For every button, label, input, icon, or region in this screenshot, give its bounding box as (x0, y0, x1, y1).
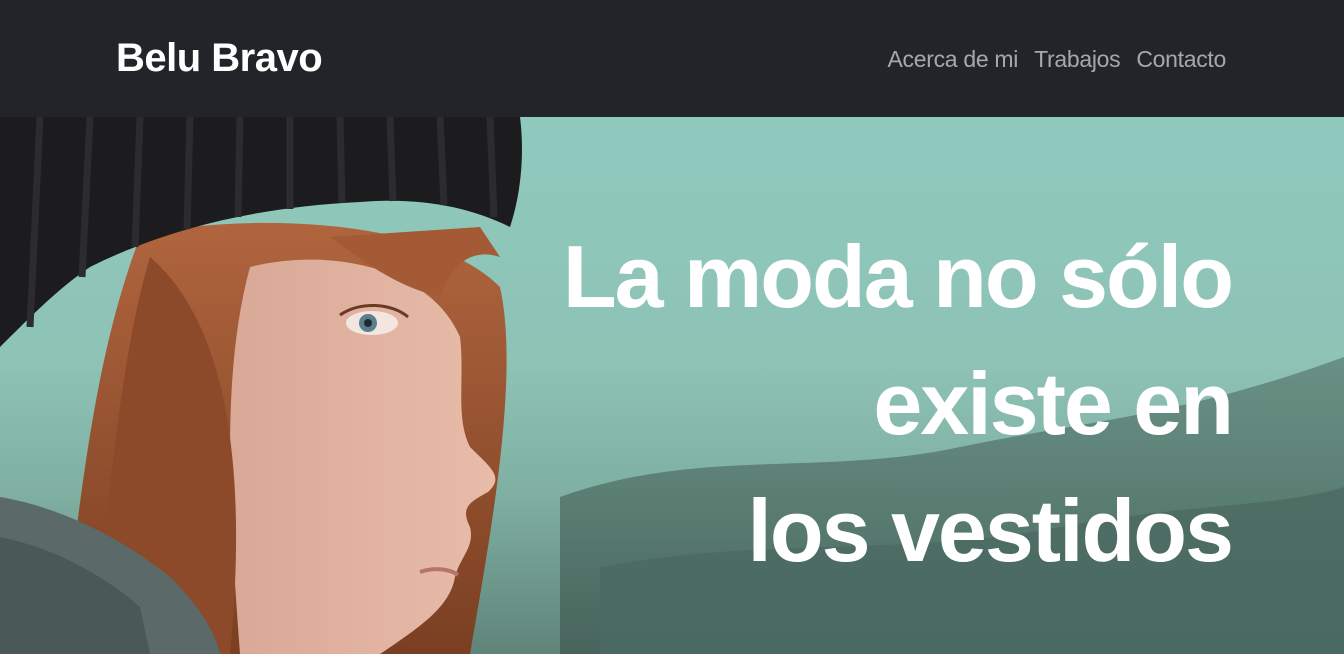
nav-links: Acerca de mi Trabajos Contacto (887, 44, 1226, 74)
nav-link-acerca[interactable]: Acerca de mi (887, 44, 1018, 74)
brand-logo-link[interactable]: Belu Bravo (116, 34, 323, 82)
nav-link-trabajos[interactable]: Trabajos (1034, 44, 1121, 74)
headline-line-3: los vestidos (747, 481, 1234, 580)
headline-line-2: existe en (873, 354, 1234, 453)
nav-link-contacto[interactable]: Contacto (1136, 44, 1226, 74)
top-navbar: Belu Bravo Acerca de mi Trabajos Contact… (0, 0, 1344, 117)
hero-headline: La moda no sólo existe en los vestidos (532, 213, 1234, 594)
headline-line-1: La moda no sólo (562, 227, 1234, 326)
hero-section: La moda no sólo existe en los vestidos (0, 117, 1344, 654)
